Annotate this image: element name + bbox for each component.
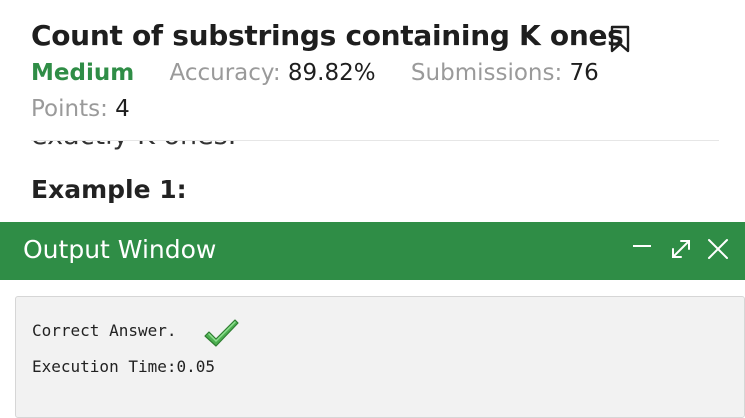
problem-meta: Medium Accuracy: 89.82% Submissions: 76 [31, 60, 627, 86]
divider [31, 140, 719, 141]
output-window-titlebar[interactable]: Output Window [0, 222, 745, 280]
bookmark-icon[interactable] [609, 25, 631, 53]
difficulty-badge: Medium [31, 60, 135, 86]
output-window-title: Output Window [23, 235, 217, 264]
close-icon[interactable] [703, 234, 733, 264]
accuracy-value: 89.82% [287, 60, 376, 86]
problem-header: Count of substrings containing K ones Me… [0, 0, 745, 140]
example-heading: Example 1: [31, 175, 187, 204]
expand-icon[interactable] [666, 234, 696, 264]
output-window: Output Window Correct Answer. Execution … [0, 222, 745, 418]
submissions-label: Submissions: [410, 60, 563, 86]
checkmark-icon [204, 319, 239, 347]
minimize-icon[interactable] [627, 234, 657, 264]
output-panel: Correct Answer. Execution Time:0.05 [15, 296, 745, 418]
points-label: Points: [31, 96, 108, 122]
execution-time-text: Execution Time:0.05 [32, 357, 216, 376]
accuracy-label: Accuracy: [169, 60, 281, 86]
problem-points: Points: 4 [31, 96, 158, 122]
submissions-value: 76 [569, 60, 599, 86]
problem-title: Count of substrings containing K ones [31, 19, 624, 52]
points-value: 4 [115, 96, 130, 122]
result-text: Correct Answer. [32, 321, 177, 340]
